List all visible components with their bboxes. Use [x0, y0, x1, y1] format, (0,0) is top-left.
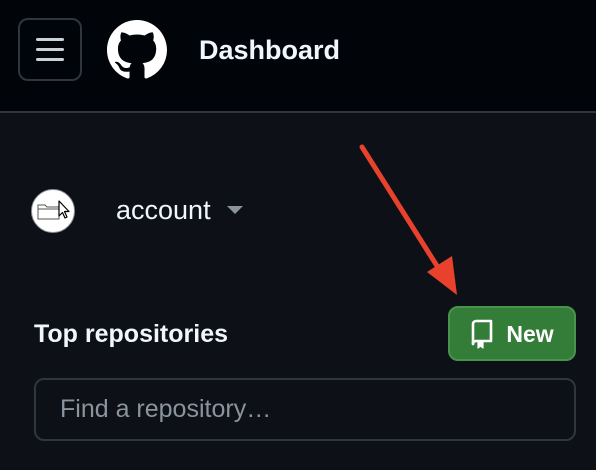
page-title: Dashboard	[199, 35, 341, 65]
new-repository-button[interactable]: New	[448, 306, 576, 361]
menu-button[interactable]	[18, 18, 82, 81]
avatar[interactable]	[31, 189, 75, 233]
account-switcher[interactable]: account	[116, 193, 243, 227]
caret-down-icon	[226, 206, 243, 214]
dashboard-page: Dashboard account Top repositories New	[0, 0, 596, 470]
account-name: account	[116, 195, 211, 225]
repo-icon	[472, 319, 493, 349]
hamburger-menu-icon-line	[36, 48, 64, 51]
hamburger-menu-icon	[36, 38, 64, 41]
top-repositories-heading: Top repositories	[34, 320, 229, 348]
new-button-label: New	[506, 320, 554, 347]
find-repository-input[interactable]	[34, 378, 576, 441]
folder-cursor-icon	[37, 200, 70, 220]
top-header: Dashboard	[0, 0, 596, 113]
github-logo-icon[interactable]	[107, 20, 167, 80]
hamburger-menu-icon-line	[36, 58, 64, 61]
